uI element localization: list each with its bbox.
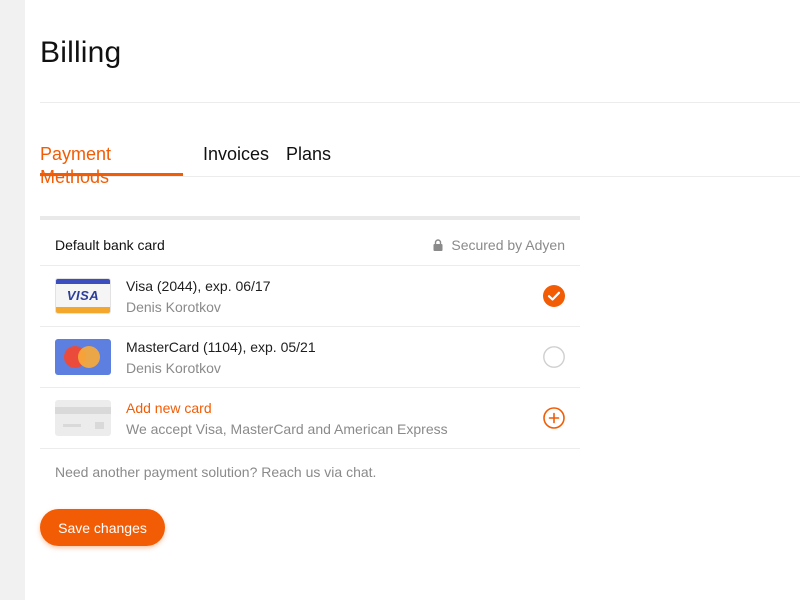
left-rail — [0, 0, 25, 600]
check-circle-icon[interactable] — [543, 285, 565, 307]
visa-card-icon: VISA — [55, 278, 111, 314]
card-title: MasterCard (1104), exp. 05/21 — [126, 339, 316, 355]
lock-icon — [433, 239, 443, 251]
card-holder: Denis Korotkov — [126, 299, 221, 315]
mastercard-card-icon — [55, 339, 111, 375]
panel-header: Default bank card Secured by Adyen — [40, 220, 580, 266]
secured-badge: Secured by Adyen — [433, 237, 565, 253]
add-new-card-link[interactable]: Add new card — [126, 400, 212, 416]
payment-methods-panel: Default bank card Secured by Adyen VISA … — [40, 216, 580, 449]
plus-circle-icon[interactable] — [543, 407, 565, 429]
card-row-visa[interactable]: VISA Visa (2044), exp. 06/17 Denis Korot… — [40, 266, 580, 327]
secured-text: Secured by Adyen — [451, 237, 565, 253]
visa-logo-text: VISA — [66, 288, 100, 303]
title-divider — [40, 102, 800, 103]
card-row-mastercard[interactable]: MasterCard (1104), exp. 05/21 Denis Koro… — [40, 327, 580, 388]
save-changes-button[interactable]: Save changes — [40, 509, 165, 546]
page-title: Billing — [40, 36, 122, 69]
radio-empty-icon[interactable] — [543, 346, 565, 368]
tab-plans[interactable]: Plans — [286, 143, 331, 176]
panel-header-title: Default bank card — [55, 237, 165, 253]
tab-bar: Payment Methods Invoices Plans — [40, 143, 800, 187]
accepted-cards-note: We accept Visa, MasterCard and American … — [126, 421, 448, 437]
add-card-row[interactable]: Add new card We accept Visa, MasterCard … — [40, 388, 580, 449]
tab-payment-methods[interactable]: Payment Methods — [40, 143, 183, 187]
tab-invoices[interactable]: Invoices — [203, 143, 269, 176]
payment-help-note: Need another payment solution? Reach us … — [55, 464, 377, 480]
generic-card-icon — [55, 400, 111, 436]
card-title: Visa (2044), exp. 06/17 — [126, 278, 271, 294]
card-holder: Denis Korotkov — [126, 360, 221, 376]
